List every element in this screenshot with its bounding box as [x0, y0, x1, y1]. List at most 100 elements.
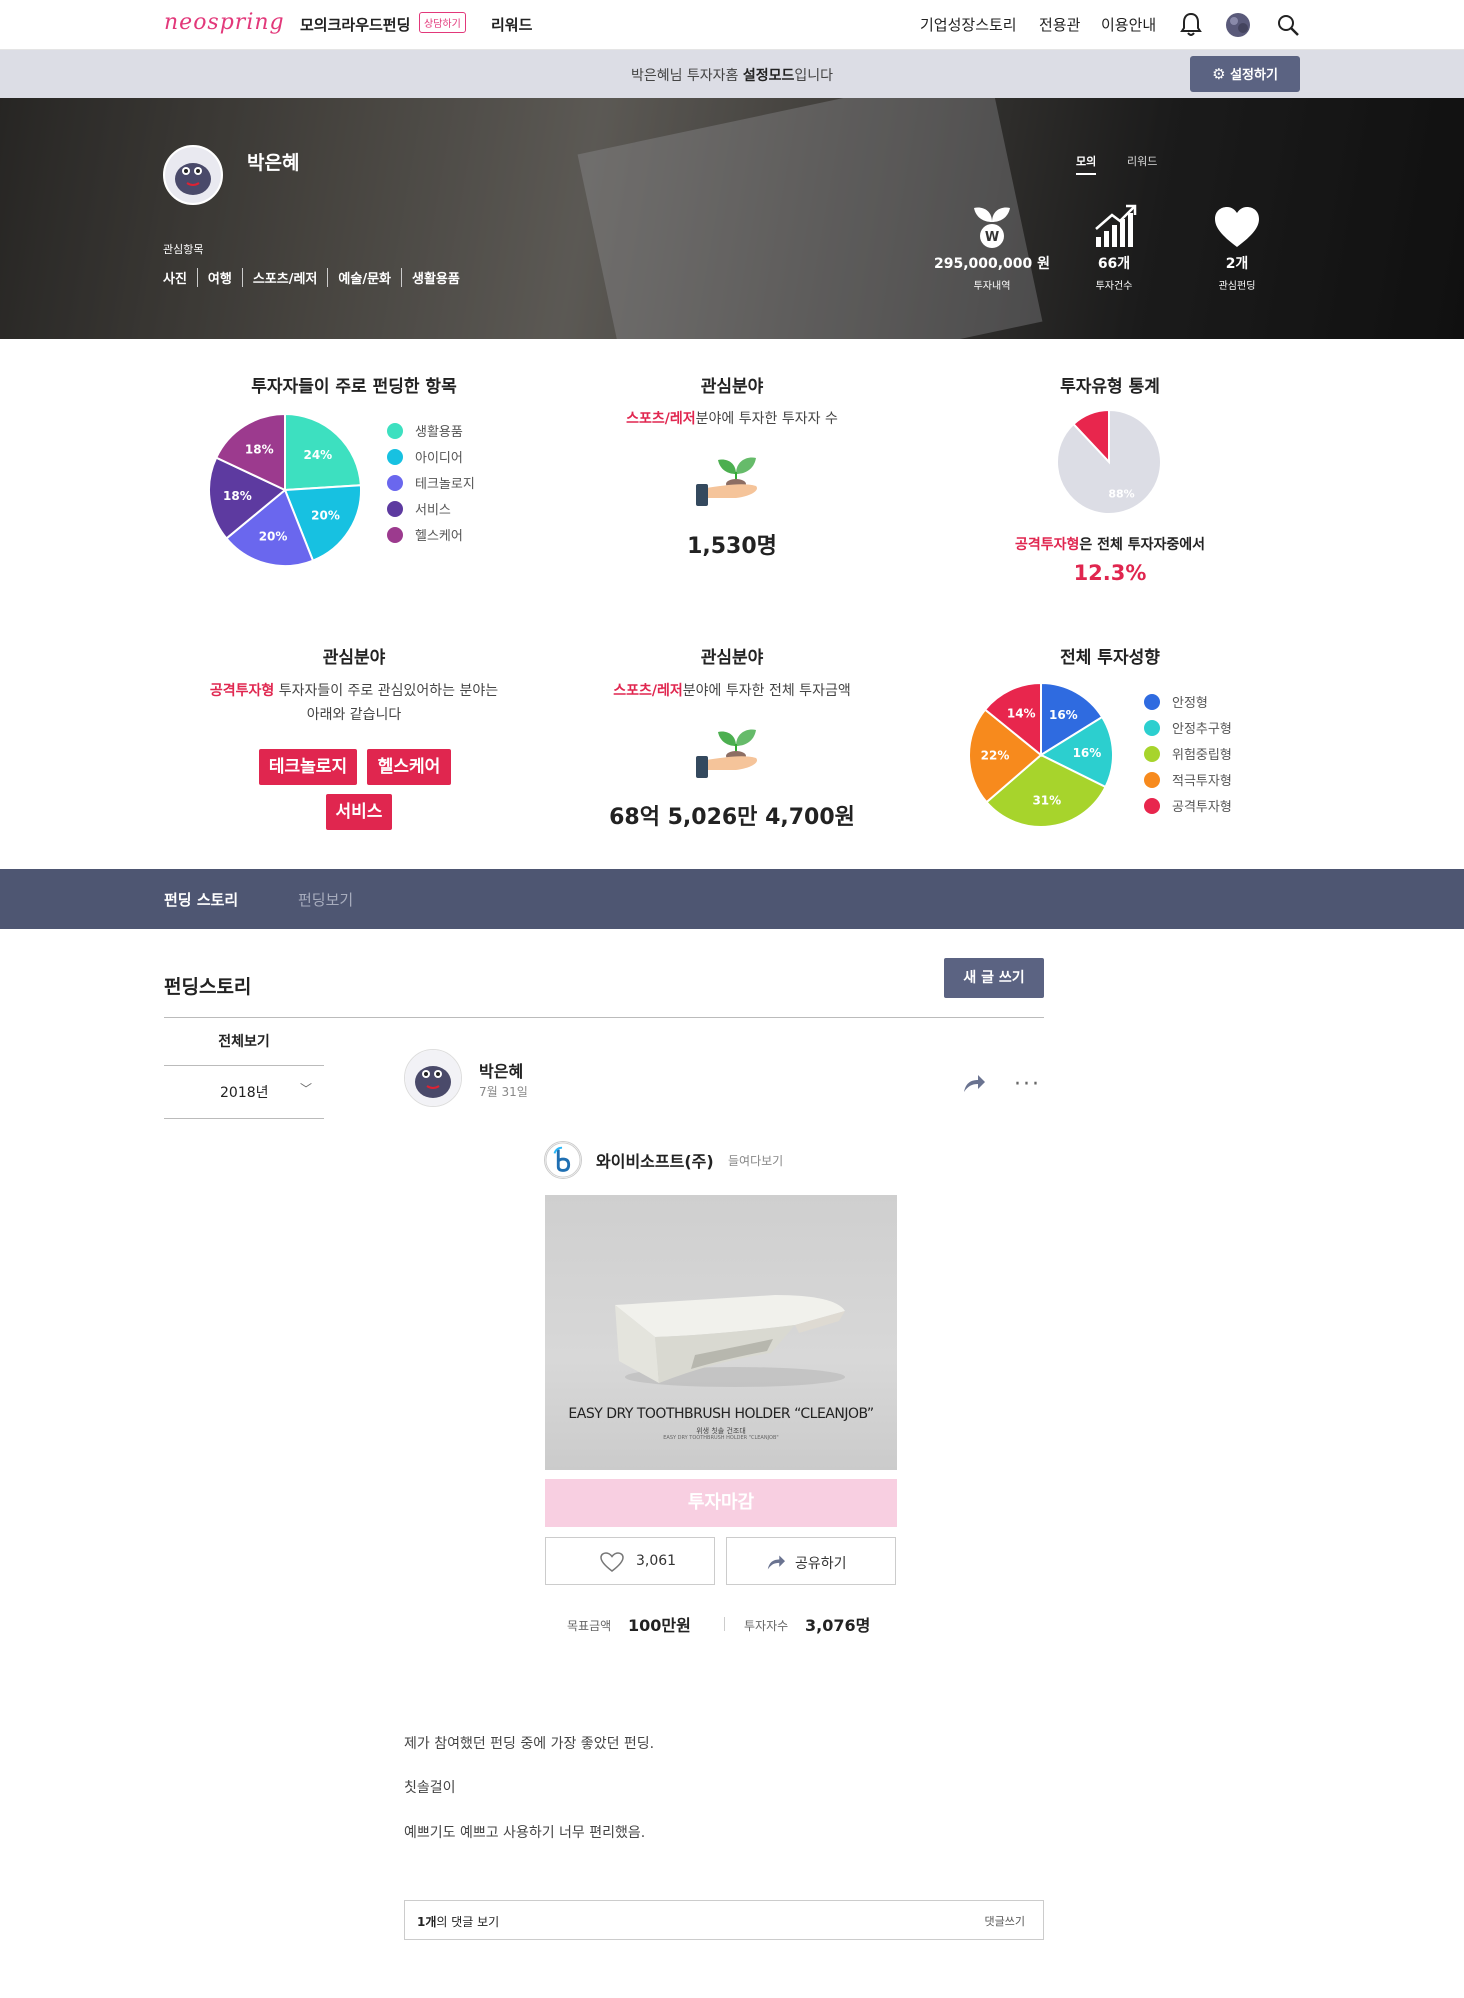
- user-avatar-icon[interactable]: [1224, 12, 1252, 38]
- legend-item: 헬스케어: [387, 525, 463, 544]
- hero-stat-interest-funding: 2개 관심펀딩: [1218, 256, 1256, 292]
- nav-exclusive[interactable]: 전용관: [1039, 14, 1080, 35]
- goal-amount-value: 100만원: [628, 1616, 691, 1635]
- share-button[interactable]: 공유하기: [726, 1537, 896, 1585]
- growth-chart-icon: [1095, 204, 1137, 247]
- gear-icon: ⚙: [1212, 65, 1226, 83]
- consult-badge[interactable]: 상담하기: [419, 12, 466, 33]
- investors-value: 3,076명: [805, 1616, 871, 1635]
- top-items-title: 투자자들이 주로 펀딩한 항목: [251, 377, 457, 397]
- field-tag: 서비스: [326, 794, 392, 830]
- company-logo[interactable]: [544, 1141, 582, 1179]
- product-subcaption-small: EASY DRY TOOTHBRUSH HOLDER "CLEANJOB": [663, 1435, 779, 1441]
- interest-amount-value: 68억 5,026만 4,700원: [609, 805, 855, 830]
- post-text-line: 칫솔걸이: [404, 1780, 456, 1796]
- nav-company-story[interactable]: 기업성장스토리: [920, 14, 1017, 35]
- hero-tab-mock[interactable]: 모의: [1076, 153, 1097, 175]
- field-tag: 헬스케어: [367, 749, 451, 785]
- nav-mock-funding[interactable]: 모의크라우드펀딩: [300, 14, 410, 35]
- legend-item: 위험중립형: [1144, 744, 1232, 763]
- post-author-avatar: [404, 1049, 462, 1107]
- hand-sprout-icon: [696, 457, 758, 506]
- hero-stat-invest-count: 66개 투자건수: [1095, 256, 1133, 292]
- legend-item: 서비스: [387, 499, 451, 518]
- heart-outline-icon: [600, 1552, 624, 1572]
- interest-tag: 사진: [163, 272, 187, 287]
- invest-type-pie-chart: 88%: [1056, 408, 1162, 515]
- year-select[interactable]: 2018년 ﹀: [164, 1066, 324, 1119]
- svg-text:W: W: [985, 230, 999, 245]
- settings-mode-bar: 박은혜님 투자자홈 설정모드입니다 ⚙ 설정하기: [0, 50, 1464, 98]
- top-items-pie-chart: 24% 20% 20% 18% 18%: [208, 412, 362, 567]
- interest-count-title: 관심분야: [700, 377, 764, 397]
- invest-type-desc: 공격투자형은 전체 투자자중에서: [1014, 537, 1206, 553]
- pie-label: 20%: [259, 529, 288, 543]
- pie-label: 88%: [1108, 487, 1134, 500]
- interest-tag: 생활용품: [401, 268, 470, 287]
- investors-label: 투자자수: [744, 1619, 789, 1633]
- write-comment-link[interactable]: 댓글쓰기: [985, 1913, 1025, 1929]
- profile-avatar: [163, 145, 223, 205]
- story-tab-bar: 펀딩 스토리 펀딩보기: [0, 869, 1464, 929]
- interest-fields-title: 관심분야: [322, 648, 386, 668]
- post-date: 7월 31일: [479, 1085, 528, 1099]
- heart-icon: [1215, 207, 1259, 247]
- interest-fields-line1: 공격투자형 투자자들이 주로 관심있어하는 분야는: [209, 683, 499, 699]
- like-count: 3,061: [636, 1553, 677, 1569]
- post-author-name[interactable]: 박은혜: [479, 1058, 523, 1082]
- profile-name: 박은혜: [247, 152, 300, 174]
- share-label: 공유하기: [795, 1556, 847, 1572]
- nav-reward[interactable]: 리워드: [491, 14, 532, 35]
- interest-fields-line2: 아래와 같습니다: [306, 707, 402, 723]
- post-text-line: 제가 참여했던 펀딩 중에 가장 좋았던 펀딩.: [404, 1736, 655, 1752]
- neospring-logo[interactable]: neospring: [164, 10, 285, 35]
- share-arrow-icon[interactable]: [962, 1072, 986, 1094]
- divider: [164, 1017, 1044, 1018]
- pie-label: 22%: [981, 749, 1010, 763]
- legend-item: 생활용품: [387, 421, 463, 440]
- pie-label: 16%: [1049, 708, 1078, 722]
- interest-amount-desc: 스포츠/레저분야에 투자한 전체 투자금액: [613, 683, 851, 699]
- pie-label: 14%: [1007, 706, 1036, 720]
- hero-tab-reward[interactable]: 리워드: [1127, 153, 1157, 169]
- nav-guide[interactable]: 이용안내: [1101, 14, 1156, 35]
- tab-funding-story[interactable]: 펀딩 스토리: [164, 889, 238, 910]
- company-more-link[interactable]: 들여다보기: [728, 1152, 783, 1169]
- goal-amount-label: 목표금액: [567, 1619, 612, 1633]
- new-post-button[interactable]: 새 글 쓰기: [944, 958, 1044, 998]
- legend-item: 안정추구형: [1144, 718, 1232, 737]
- hand-sprout-icon: [696, 729, 758, 778]
- pie-label: 16%: [1073, 746, 1102, 760]
- filter-all[interactable]: 전체보기: [164, 1030, 324, 1066]
- legend-item: 적극투자형: [1144, 770, 1232, 789]
- invest-type-value: 12.3%: [1073, 561, 1147, 585]
- tab-funding-view[interactable]: 펀딩보기: [298, 889, 353, 910]
- product-image[interactable]: EASY DRY TOOTHBRUSH HOLDER “CLEANJOB” 위생…: [545, 1195, 897, 1470]
- more-options-icon[interactable]: ···: [1014, 1072, 1041, 1097]
- tendency-pie-chart: 16% 16% 31% 22% 14%: [968, 681, 1114, 828]
- pie-label: 31%: [1032, 794, 1061, 808]
- tendency-title: 전체 투자성향: [1060, 648, 1160, 668]
- interest-tag: 스포츠/레저: [241, 268, 328, 287]
- company-name[interactable]: 와이비소프트(주): [596, 1148, 714, 1172]
- funding-story-title: 펀딩스토리: [164, 976, 252, 998]
- pie-label: 18%: [223, 489, 252, 503]
- search-icon[interactable]: [1276, 13, 1300, 37]
- investment-closed-button[interactable]: 투자마감: [545, 1479, 897, 1527]
- interest-tags: 사진 여행 스포츠/레저 예술/문화 생활용품: [163, 268, 470, 287]
- sprout-coin-icon: W: [974, 207, 1010, 248]
- top-navigation: neospring 모의크라우드펀딩 상담하기 리워드 기업성장스토리 전용관 …: [0, 0, 1464, 50]
- comments-box: 1개의 댓글 보기 댓글쓰기: [404, 1900, 1044, 1940]
- pie-label: 18%: [245, 442, 274, 456]
- interest-label: 관심항목: [163, 243, 204, 256]
- interest-count-value: 1,530명: [687, 534, 777, 559]
- settings-button[interactable]: ⚙ 설정하기: [1190, 56, 1300, 92]
- view-comments-link[interactable]: 1개의 댓글 보기: [417, 1913, 499, 1930]
- bell-icon[interactable]: [1180, 12, 1202, 38]
- product-caption: EASY DRY TOOTHBRUSH HOLDER “CLEANJOB”: [568, 1406, 874, 1422]
- interest-tag: 예술/문화: [327, 268, 401, 287]
- like-button[interactable]: 3,061: [545, 1537, 715, 1585]
- post-text-line: 예쁘기도 예쁘고 사용하기 너무 편리했음.: [404, 1825, 646, 1841]
- interest-tag: 여행: [196, 268, 242, 287]
- pie-label: 20%: [311, 509, 340, 523]
